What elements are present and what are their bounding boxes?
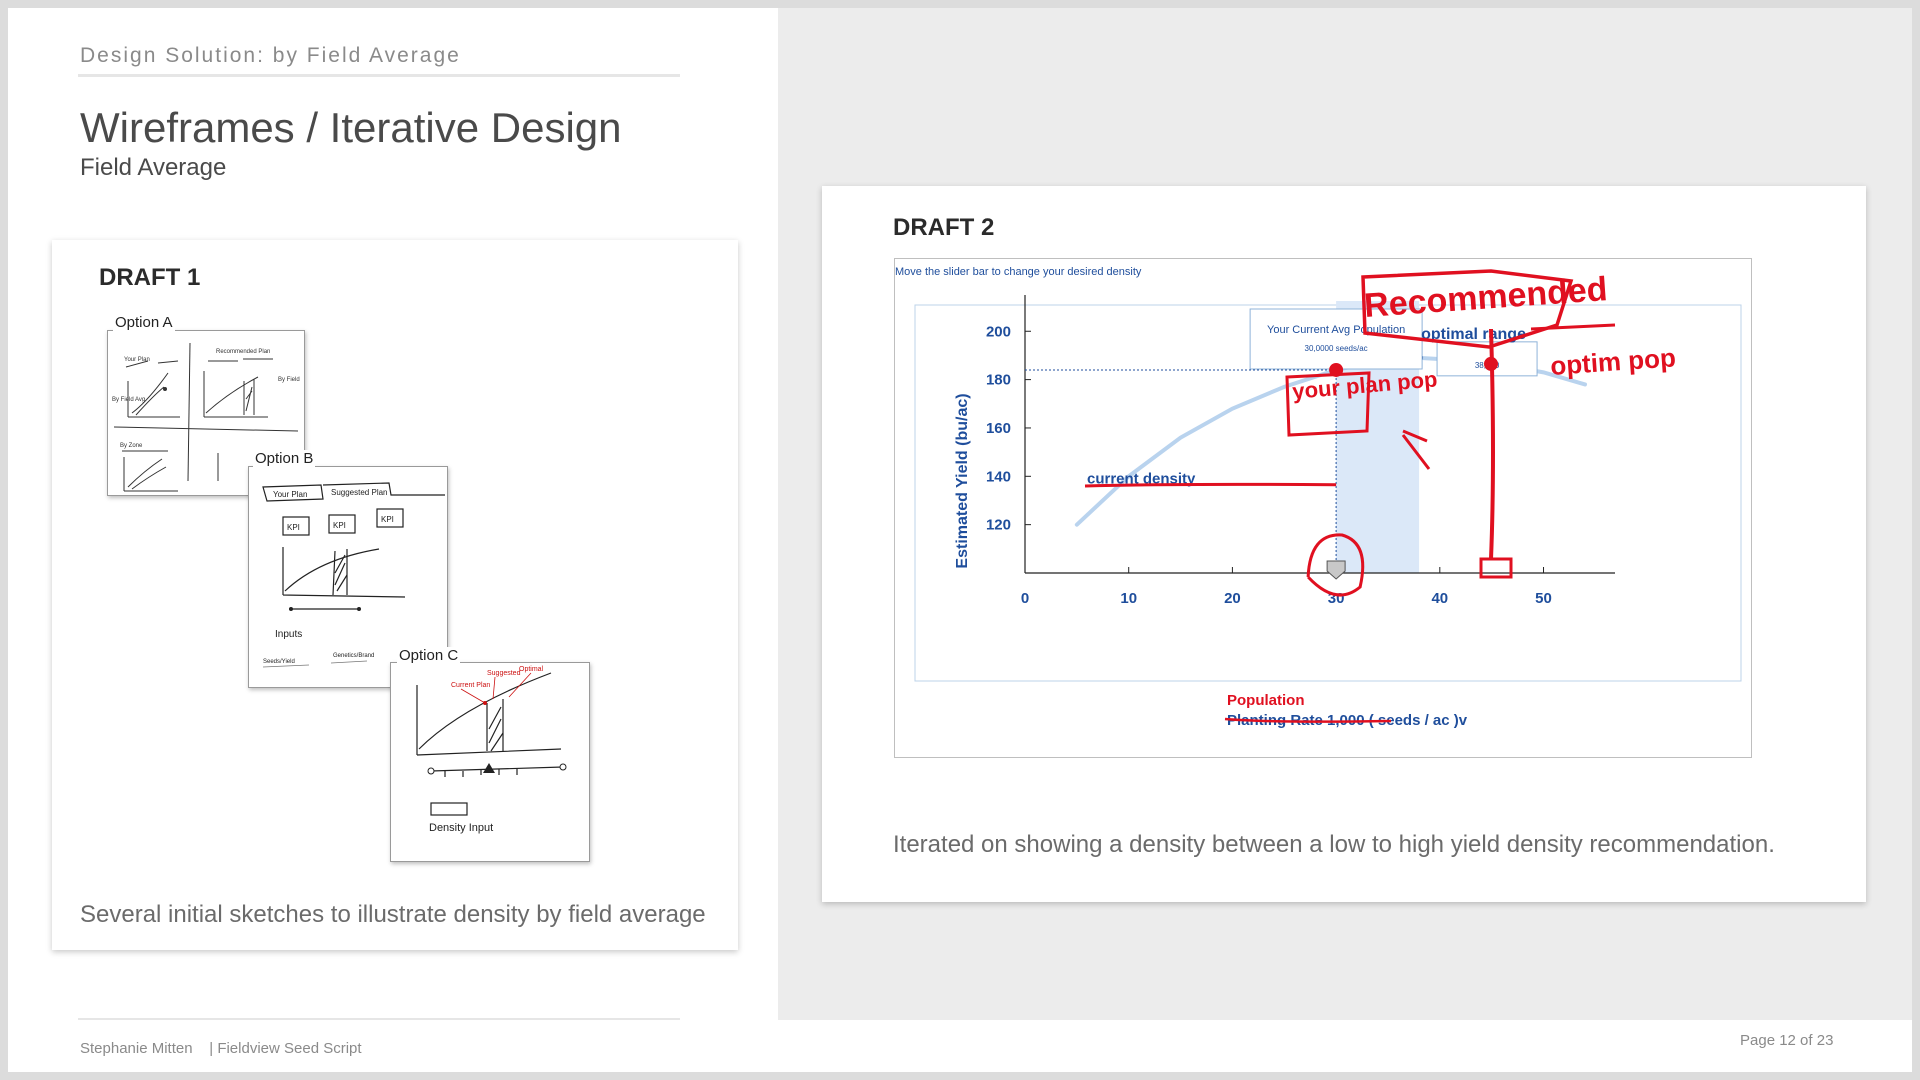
draft1-caption: Several initial sketches to illustrate d…: [80, 901, 706, 928]
y-axis-label: Estimated Yield (bu/ac): [954, 393, 971, 568]
footer-author: Stephanie Mitten: [80, 1040, 193, 1057]
option-c-label: Option C: [397, 647, 461, 664]
x-tick-label: 50: [1535, 590, 1552, 607]
slide: Design Solution: by Field Average Wirefr…: [8, 8, 1912, 1072]
svg-text:Current Plan: Current Plan: [451, 682, 490, 689]
svg-text:Suggested: Suggested: [487, 670, 521, 677]
footer-credit: Stephanie Mitten | Fieldview Seed Script: [80, 1040, 362, 1057]
svg-text:Inputs: Inputs: [275, 629, 302, 640]
svg-text:Genetics/Brand: Genetics/Brand: [333, 653, 374, 659]
svg-text:By Zone: By Zone: [120, 443, 143, 449]
y-tick-label: 160: [986, 420, 1011, 437]
svg-text:By Field Avg: By Field Avg: [112, 397, 145, 403]
section-eyebrow: Design Solution: by Field Average: [80, 44, 461, 67]
x-tick-label: 20: [1224, 590, 1241, 607]
svg-text:Density Input: Density Input: [429, 822, 493, 834]
svg-text:Your Plan: Your Plan: [273, 490, 307, 499]
option-b-label: Option B: [253, 450, 316, 467]
draft2-chart-frame: Move the slider bar to change your desir…: [894, 258, 1752, 758]
page-number: Page 12 of 23: [1740, 1032, 1834, 1049]
x-tick-label: 40: [1431, 590, 1448, 607]
optimal-range-strikethrough: [1530, 323, 1616, 331]
recommended-annotation: Recommended: [1363, 270, 1609, 325]
y-tick-label: 140: [986, 468, 1011, 485]
footer-project: | Fieldview Seed Script: [209, 1040, 362, 1057]
recommended-handle-annotation: [1479, 557, 1513, 579]
page-title: Wireframes / Iterative Design: [80, 104, 622, 151]
svg-text:KPI: KPI: [287, 523, 300, 532]
yield-chart: Move the slider bar to change your desir…: [895, 266, 1742, 729]
current-tooltip-value: 30,0000 seeds/ac: [1305, 344, 1368, 353]
svg-text:Optimal: Optimal: [519, 666, 544, 673]
chart-instruction: Move the slider bar to change your desir…: [895, 266, 1142, 278]
svg-text:By Field: By Field: [278, 377, 300, 383]
sketch-c-drawing: Current Plan Suggested Optimal Density I…: [416, 666, 567, 834]
x-tick-label: 10: [1120, 590, 1137, 607]
option-a-label: Option A: [113, 314, 175, 331]
svg-text:KPI: KPI: [381, 515, 394, 524]
x-label-annotation: Population: [1227, 692, 1305, 709]
draft2-caption: Iterated on showing a density between a …: [893, 831, 1775, 858]
svg-text:Suggested Plan: Suggested Plan: [331, 488, 388, 497]
current-density-strikethrough: [1084, 482, 1337, 488]
y-tick-label: 120: [986, 517, 1011, 534]
svg-text:KPI: KPI: [333, 521, 346, 530]
svg-text:Your Plan: Your Plan: [124, 357, 150, 363]
svg-text:Recommended Plan: Recommended Plan: [216, 349, 270, 355]
sketch-option-c: Current Plan Suggested Optimal Density I…: [390, 662, 590, 862]
draft2-label: DRAFT 2: [893, 214, 995, 241]
y-tick-label: 200: [986, 323, 1011, 340]
density-slider-handle: [1326, 560, 1346, 580]
recommended-marker-annotation: [1484, 356, 1498, 371]
page-subtitle: Field Average: [80, 154, 227, 181]
x-tick-label: 0: [1021, 590, 1029, 607]
header-divider: [78, 74, 680, 77]
y-tick-label: 180: [986, 372, 1011, 389]
footer-divider: [78, 1018, 680, 1020]
optim-pop-annotation: optim pop: [1549, 342, 1676, 381]
draft1-label: DRAFT 1: [99, 264, 201, 291]
svg-text:Seeds/Yield: Seeds/Yield: [263, 659, 295, 665]
